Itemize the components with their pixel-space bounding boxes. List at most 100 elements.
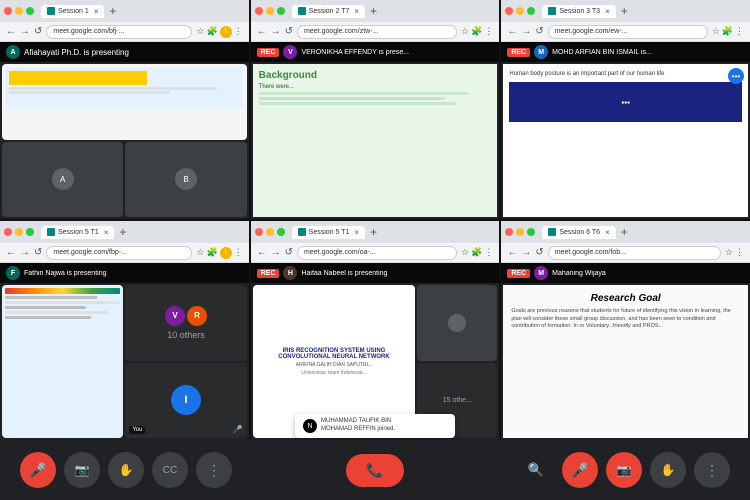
close-btn-4[interactable] [4,228,12,236]
browser-tab-1[interactable]: Session 1 × [41,5,104,18]
tab-close-2[interactable]: × [354,7,359,16]
end-call-button[interactable]: 📞 [346,454,403,487]
tab-close-5[interactable]: × [354,228,359,237]
forward-btn-3[interactable]: → [521,26,531,37]
close-btn-6[interactable] [505,228,513,236]
tab-add-1[interactable]: + [107,4,118,18]
back-btn-1[interactable]: ← [6,26,16,37]
bookmark-icon-3[interactable]: ☆ [712,26,720,37]
back-btn-2[interactable]: ← [257,26,267,37]
close-btn-2[interactable] [255,7,263,15]
more-icon-5[interactable]: ⋮ [484,247,493,258]
win-controls-4 [4,228,34,236]
close-btn-1[interactable] [4,7,12,15]
doc-row-4b [5,301,120,304]
close-btn-5[interactable] [255,228,263,236]
bookmark-icon-2[interactable]: ☆ [461,26,469,37]
more-button[interactable]: ⋮ [196,452,232,488]
tab-close-4[interactable]: × [104,228,109,237]
min-btn-2[interactable] [266,7,274,15]
puzzle-icon-3[interactable]: 🧩 [722,26,733,37]
back-btn-5[interactable]: ← [257,247,267,258]
min-btn-1[interactable] [15,7,23,15]
max-btn-6[interactable] [527,228,535,236]
reload-btn-3[interactable]: ↺ [535,26,543,37]
address-field-2[interactable]: meet.google.com/ztw-... [297,25,457,39]
forward-btn-2[interactable]: → [271,26,281,37]
hand-button-2[interactable]: ✋ [650,452,686,488]
more-icon-1[interactable]: ⋮ [234,26,243,37]
address-field-6[interactable]: meet.google.com/fob... [548,246,721,260]
tab-add-4[interactable]: + [117,225,128,239]
browser-tab-6[interactable]: Session 6 T6 × [542,226,615,239]
max-btn-1[interactable] [26,7,34,15]
tab-close-1[interactable]: × [94,7,99,16]
bg-line-3 [259,102,457,105]
cam-button-2[interactable]: 📷 [606,452,642,488]
address-icons-3: ☆ 🧩 ⋮ [712,26,744,37]
browser-tab-5[interactable]: Session 5 T1 × [292,226,365,239]
bookmark-icon-1[interactable]: ☆ [196,26,204,37]
more-icon-3[interactable]: ⋮ [735,26,744,37]
reload-btn-1[interactable]: ↺ [34,26,42,37]
min-btn-4[interactable] [15,228,23,236]
browser-tab-3[interactable]: Session 3 T3 × [542,5,615,18]
cc-button[interactable]: CC [152,452,188,488]
max-btn-3[interactable] [527,7,535,15]
address-field-5[interactable]: meet.google.com/oa-... [297,246,457,260]
reload-btn-2[interactable]: ↺ [285,26,293,37]
back-btn-3[interactable]: ← [507,26,517,37]
address-field-4[interactable]: meet.google.com/fbp-... [46,246,192,260]
tab-add-2[interactable]: + [368,4,379,18]
addressbar-4: ← → ↺ meet.google.com/fbp-... ☆ 🧩 I ⋮ [0,243,249,263]
address-field-3[interactable]: meet.google.com/ew-... [548,25,708,39]
tab-add-6[interactable]: + [619,225,630,239]
more-icon-4[interactable]: ⋮ [234,247,243,258]
tab-add-3[interactable]: + [619,4,630,18]
forward-btn-6[interactable]: → [521,247,531,258]
back-btn-6[interactable]: ← [507,247,517,258]
bookmark-icon-5[interactable]: ☆ [461,247,469,258]
tab-add-5[interactable]: + [368,225,379,239]
mic-button[interactable]: 🎤 [20,452,56,488]
reload-btn-6[interactable]: ↺ [535,247,543,258]
reload-btn-4[interactable]: ↺ [34,247,42,258]
more-icon-2[interactable]: ⋮ [484,26,493,37]
forward-btn-4[interactable]: → [20,247,30,258]
puzzle-icon-1[interactable]: 🧩 [206,26,217,37]
slide-row-1 [9,87,217,90]
puzzle-icon-2[interactable]: 🧩 [471,26,482,37]
cam-button[interactable]: 📷 [64,452,100,488]
min-btn-3[interactable] [516,7,524,15]
tab-close-3[interactable]: × [605,7,610,16]
mic-button-2[interactable]: 🎤 [562,452,598,488]
puzzle-icon-4[interactable]: 🧩 [206,247,217,258]
puzzle-icon-5[interactable]: 🧩 [471,247,482,258]
browser-tab-2[interactable]: Session 2 T7 × [292,5,365,18]
tab-close-6[interactable]: × [605,228,610,237]
max-btn-2[interactable] [277,7,285,15]
search-button[interactable]: 🔍 [518,452,554,488]
hand-button[interactable]: ✋ [108,452,144,488]
account-icon-4[interactable]: I [220,247,232,259]
cc-icon: CC [163,465,177,476]
more-icon-6[interactable]: ⋮ [735,247,744,258]
browser-tab-4[interactable]: Session 5 T1 × [41,226,114,239]
back-btn-4[interactable]: ← [6,247,16,258]
close-btn-3[interactable] [505,7,513,15]
bg-slide-title-2: Background [259,70,492,81]
min-btn-5[interactable] [266,228,274,236]
max-btn-5[interactable] [277,228,285,236]
more-button-2[interactable]: ⋮ [694,452,730,488]
forward-btn-1[interactable]: → [20,26,30,37]
bookmark-icon-6[interactable]: ☆ [725,247,733,258]
forward-btn-5[interactable]: → [271,247,281,258]
bookmark-icon-4[interactable]: ☆ [196,247,204,258]
account-icon-1[interactable]: I [220,26,232,38]
min-btn-6[interactable] [516,228,524,236]
max-btn-4[interactable] [26,228,34,236]
rec-badge-5: REC [257,269,280,278]
three-dots-3[interactable]: ••• [728,68,744,84]
address-field-1[interactable]: meet.google.com/bfj-... [46,25,192,39]
reload-btn-5[interactable]: ↺ [285,247,293,258]
